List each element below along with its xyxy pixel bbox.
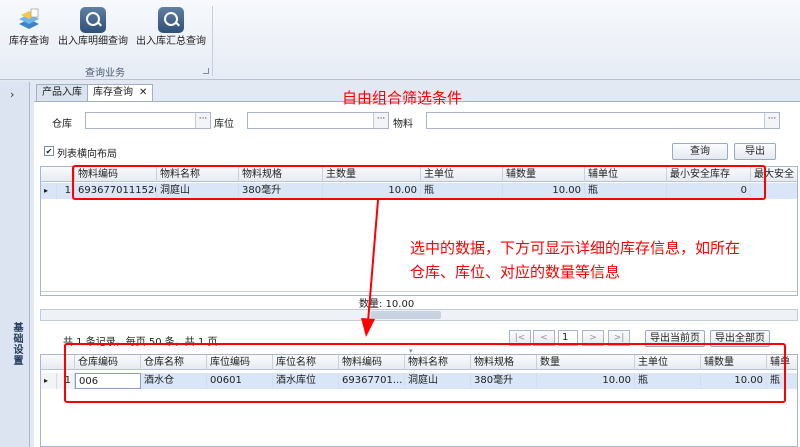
stock-query-icon [16,7,42,33]
warehouse-picker-button[interactable]: ··· [195,113,210,128]
close-tab-icon[interactable]: ✕ [139,87,147,98]
warehouse-label: 仓库 [52,119,72,130]
annotation-top-highlight [72,165,766,200]
nav-section-basic-settings[interactable]: 基础设置 [9,322,24,366]
group-launcher-icon[interactable] [203,68,209,74]
row-header-corner [41,167,75,182]
expand-nav-icon[interactable]: › [10,88,14,101]
inout-detail-query-label: 出入库明细查询 [58,36,128,47]
location-label: 库位 [214,119,234,130]
material-picker-button[interactable]: ··· [764,113,779,128]
ribbon-group-divider [212,6,213,76]
row-indicator-icon: ▸ [41,373,57,389]
horizontal-layout-label: 列表横向布局 [57,149,117,160]
annotation-note-line2: 仓库、库位、对应的数量等信息 [410,263,621,281]
warehouse-input[interactable]: ··· [85,112,211,129]
ribbon-toolbar: 库存查询 出入库明细查询 出入库汇总查询 查询业务 [0,0,800,80]
search-icon [80,7,106,33]
query-button[interactable]: 查询 [672,143,728,160]
location-input[interactable]: ··· [247,112,389,129]
annotation-note-line1: 选中的数据，下方可显示详细的库存信息，如所在 [410,239,741,257]
left-nav-panel: › 基础设置 [0,82,30,447]
export-button[interactable]: 导出 [734,143,776,160]
grid-footer-divider [41,291,797,292]
search-icon [158,7,184,33]
material-label: 物料 [393,119,413,130]
inout-summary-query-label: 出入库汇总查询 [136,36,206,47]
inout-detail-query-button[interactable]: 出入库明细查询 [56,4,130,56]
horizontal-scrollbar[interactable] [40,309,798,321]
tab-label: 库存查询 [93,87,133,98]
location-picker-button[interactable]: ··· [373,113,388,128]
row-indicator-icon: ▸ [41,183,57,199]
annotation-bottom-highlight [64,343,786,403]
annotation-arrow-icon [361,199,379,337]
stock-query-label: 库存查询 [9,36,49,47]
horizontal-layout-checkbox[interactable]: ✔ [44,146,54,156]
tab-label: 产品入库 [42,87,82,98]
material-input[interactable]: ··· [426,112,780,129]
tab-product-inbound[interactable]: 产品入库 [36,84,88,101]
inout-summary-query-button[interactable]: 出入库汇总查询 [134,4,208,56]
annotation-filter-title: 自由组合筛选条件 [342,89,463,107]
tab-stock-query[interactable]: 库存查询 ✕ [87,84,154,101]
stock-query-button[interactable]: 库存查询 [6,4,52,56]
ribbon-group-label: 查询业务 [85,68,125,79]
